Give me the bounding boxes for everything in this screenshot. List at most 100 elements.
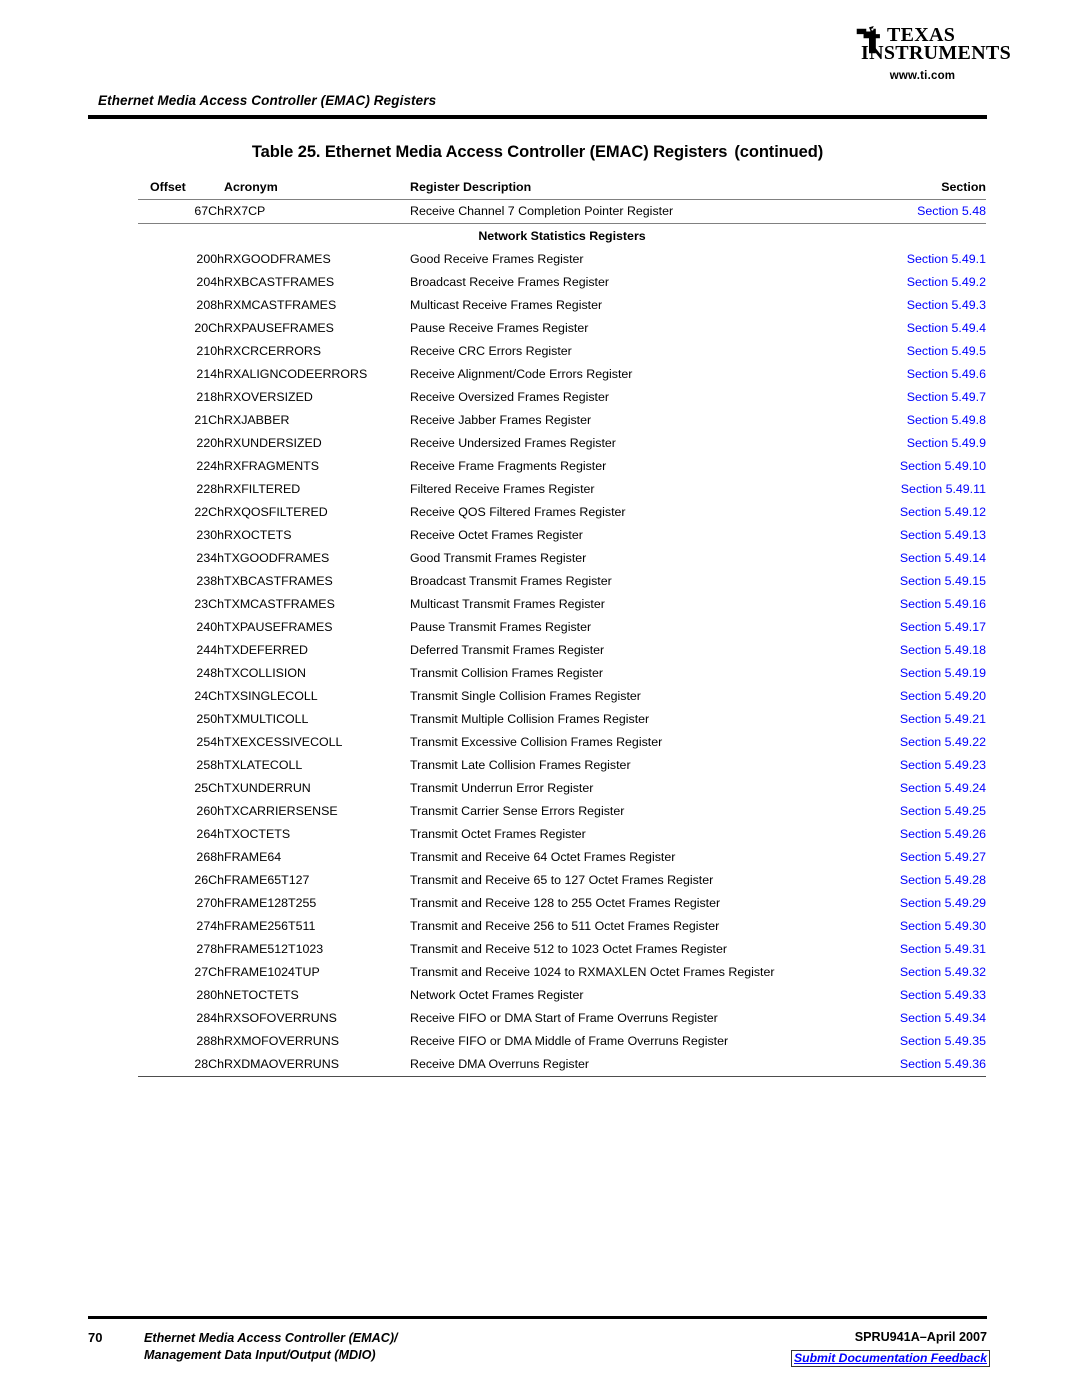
table-row: 284h RXSOFOVERRUNS Receive FIFO or DMA Sta… [138, 1007, 986, 1030]
section-link[interactable]: Section 5.49.9 [907, 436, 986, 450]
section-link[interactable]: Section 5.49.33 [900, 988, 986, 1002]
cell-offset: 204h [196, 275, 224, 289]
cell-acronym: RXMCASTFRAMES [224, 298, 337, 312]
cell-description: Receive Oversized Frames Register [410, 390, 610, 404]
section-link[interactable]: Section 5.49.1 [907, 252, 986, 266]
cell-acronym: FRAME64 [224, 850, 282, 864]
cell-section: Section 5.49.30 [868, 915, 986, 938]
cell-acronym: RXMOFOVERRUNS [224, 1034, 339, 1048]
cell-acronym: RXSOFOVERRUNS [224, 1011, 337, 1025]
cell-offset: 278h [196, 942, 224, 956]
section-link[interactable]: Section 5.49.7 [907, 390, 986, 404]
cell-offset: 254h [196, 735, 224, 749]
cell-section: Section 5.49.9 [868, 432, 986, 455]
cell-description: Receive FIFO or DMA Middle of Frame Over… [410, 1034, 729, 1048]
section-link[interactable]: Section 5.49.13 [900, 528, 986, 542]
table-row: 270h FRAME128T255 Transmit and Receive 128… [138, 892, 986, 915]
section-link[interactable]: Section 5.49.25 [900, 804, 986, 818]
cell-acronym: TXCOLLISION [224, 666, 306, 680]
table-row: 250h TXMULTICOLL Transmit Multiple Collisi… [138, 708, 986, 731]
table-row: 260h TXCARRIERSENSE Transmit Carrier Sense… [138, 800, 986, 823]
cell-offset: 240h [196, 620, 224, 634]
section-link[interactable]: Section 5.49.18 [900, 643, 986, 657]
section-link[interactable]: Section 5.49.14 [900, 551, 986, 565]
footer-rule [88, 1316, 987, 1319]
section-link[interactable]: Section 5.49.28 [900, 873, 986, 887]
section-link[interactable]: Section 5.49.27 [900, 850, 986, 864]
section-link[interactable]: Section 5.49.4 [907, 321, 986, 335]
page-number: 70 [88, 1330, 103, 1345]
section-link[interactable]: Section 5.49.32 [900, 965, 986, 979]
section-link[interactable]: Section 5.49.24 [900, 781, 986, 795]
cell-description: Transmit Carrier Sense Errors Register [410, 804, 625, 818]
cell-description: Broadcast Transmit Frames Register [410, 574, 612, 588]
section-link[interactable]: Section 5.49.17 [900, 620, 986, 634]
section-link[interactable]: Section 5.49.11 [901, 482, 986, 496]
table-row: 288h RXMOFOVERRUNS Receive FIFO or DMA Mid… [138, 1030, 986, 1053]
table-row: 238h TXBCASTFRAMES Broadcast Transmit Fram… [138, 570, 986, 593]
section-link[interactable]: Section 5.49.6 [907, 367, 986, 381]
cell-acronym: TXCARRIERSENSE [224, 804, 338, 818]
section-link[interactable]: Section 5.49.5 [907, 344, 986, 358]
section-link[interactable]: Section 5.49.36 [900, 1057, 986, 1071]
table-row: 25Ch TXUNDERRUN Transmit Underrun Error Re… [138, 777, 986, 800]
cell-description: Good Transmit Frames Register [410, 551, 587, 565]
cell-acronym: TXPAUSEFRAMES [224, 620, 333, 634]
cell-offset: 250h [196, 712, 224, 726]
table-row: 228h RXFILTERED Filtered Receive Frames Re… [138, 478, 986, 501]
cell-description: Transmit Underrun Error Register [410, 781, 594, 795]
table-row: 208h RXMCASTFRAMES Multicast Receive Frame… [138, 294, 986, 317]
section-link[interactable]: Section 5.49.10 [900, 459, 986, 473]
cell-offset: 258h [196, 758, 224, 772]
cell-acronym: RXPAUSEFRAMES [224, 321, 334, 335]
section-link[interactable]: Section 5.49.23 [900, 758, 986, 772]
section-link[interactable]: Section 5.49.34 [900, 1011, 986, 1025]
cell-description: Transmit Collision Frames Register [410, 666, 604, 680]
submit-documentation-feedback-link[interactable]: Submit Documentation Feedback [791, 1350, 990, 1367]
cell-description: Transmit and Receive 256 to 511 Octet Fr… [410, 919, 720, 933]
section-link[interactable]: Section 5.49.26 [900, 827, 986, 841]
section-link[interactable]: Section 5.49.29 [900, 896, 986, 910]
cell-section: Section 5.49.5 [868, 340, 986, 363]
footer-doc-title-line1: Ethernet Media Access Controller (EMAC)/ [144, 1331, 398, 1345]
column-header-offset: Offset [138, 180, 224, 200]
column-header-acronym: Acronym [224, 180, 410, 200]
table-header-row: Offset Acronym Register Description Sect… [138, 180, 986, 200]
section-link[interactable]: Section 5.49.22 [900, 735, 986, 749]
section-link[interactable]: Section 5.49.19 [900, 666, 986, 680]
table-row: 278h FRAME512T1023 Transmit and Receive 51… [138, 938, 986, 961]
table-row: 280h NETOCTETS Network Octet Frames Regist… [138, 984, 986, 1007]
cell-offset: 228h [196, 482, 224, 496]
emac-registers-table: Offset Acronym Register Description Sect… [138, 180, 986, 1077]
cell-offset: 264h [196, 827, 224, 841]
cell-acronym: FRAME1024TUP [224, 965, 320, 979]
table-row: 234h TXGOODFRAMES Good Transmit Frames Reg… [138, 547, 986, 570]
footer-document-title: Ethernet Media Access Controller (EMAC)/… [144, 1330, 398, 1364]
cell-section: Section 5.49.19 [868, 662, 986, 685]
cell-section: Section 5.49.17 [868, 616, 986, 639]
section-link[interactable]: Section 5.49.21 [900, 712, 986, 726]
section-link[interactable]: Section 5.49.35 [900, 1034, 986, 1048]
section-link[interactable]: Section 5.48 [917, 204, 986, 218]
section-link[interactable]: Section 5.49.2 [907, 275, 986, 289]
section-link[interactable]: Section 5.49.8 [907, 413, 986, 427]
cell-acronym: RXQOSFILTERED [224, 505, 328, 519]
cell-description: Transmit and Receive 1024 to RXMAXLEN Oc… [410, 965, 775, 979]
cell-offset: 214h [196, 367, 224, 381]
section-link[interactable]: Section 5.49.15 [900, 574, 986, 588]
cell-acronym: NETOCTETS [224, 988, 299, 1002]
section-link[interactable]: Section 5.49.31 [900, 942, 986, 956]
section-link[interactable]: Section 5.49.16 [900, 597, 986, 611]
cell-section: Section 5.49.15 [868, 570, 986, 593]
table-group-heading-row: Network Statistics Registers [138, 224, 986, 249]
cell-description: Network Octet Frames Register [410, 988, 584, 1002]
section-link[interactable]: Section 5.49.3 [907, 298, 986, 312]
cell-section: Section 5.49.11 [868, 478, 986, 501]
cell-description: Transmit Late Collision Frames Register [410, 758, 631, 772]
cell-description: Deferred Transmit Frames Register [410, 643, 605, 657]
section-link[interactable]: Section 5.49.20 [900, 689, 986, 703]
section-link[interactable]: Section 5.49.30 [900, 919, 986, 933]
cell-acronym: TXGOODFRAMES [224, 551, 330, 565]
cell-offset: 270h [196, 896, 224, 910]
section-link[interactable]: Section 5.49.12 [900, 505, 986, 519]
